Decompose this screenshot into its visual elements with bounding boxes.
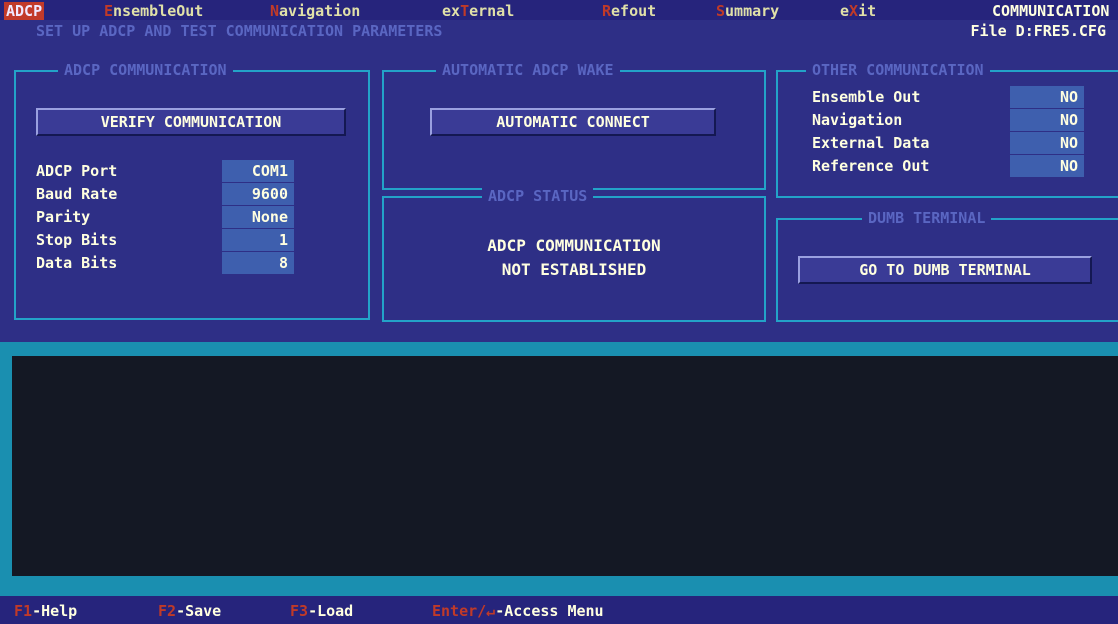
page-subtitle: SET UP ADCP AND TEST COMMUNICATION PARAM… [36,22,443,40]
menu-navigation-hotkey: N [270,2,280,20]
adcp-communication-title: ADCP COMMUNICATION [58,61,233,79]
automatic-wake-box: AUTOMATIC ADCP WAKE AUTOMATIC CONNECT [382,61,766,190]
other-communication-title: OTHER COMMUNICATION [806,61,990,79]
f2-key-label: F2 [158,602,177,620]
menu-exit-label: it [858,2,877,20]
menu-navigation-label: avigation [279,2,361,20]
adcp-port-label: ADCP Port [36,162,118,180]
menu-bar: ADCP EnsembleOut Navigation exTernal Ref… [0,0,1118,20]
other-communication-box: OTHER COMMUNICATION Ensemble Out NO Navi… [776,61,1118,198]
terminal-output-area[interactable] [12,356,1118,576]
menu-summary-label: ummary [725,2,780,20]
external-data-field[interactable]: NO [1010,132,1084,154]
data-bits-field[interactable]: 8 [222,252,294,274]
automatic-connect-button[interactable]: AUTOMATIC CONNECT [430,108,716,136]
adcp-communication-box: ADCP COMMUNICATION VERIFY COMMUNICATION … [14,61,370,320]
menu-adcp[interactable]: ADCP [4,2,45,20]
baud-rate-field[interactable]: 9600 [222,183,294,205]
enter-key-label: Enter/↵ [432,602,496,620]
reference-out-field[interactable]: NO [1010,155,1084,177]
menu-refout-hotkey: R [602,2,612,20]
ensemble-out-label: Ensemble Out [812,88,921,106]
menu-summary[interactable]: Summary [716,2,779,20]
reference-out-label: Reference Out [812,157,930,175]
menu-external-label: ernal [469,2,515,20]
current-screen-title: COMMUNICATION [992,2,1110,20]
baud-rate-label: Baud Rate [36,185,118,203]
menu-external[interactable]: exTernal [442,2,514,20]
stop-bits-field[interactable]: 1 [222,229,294,251]
menu-ensemble-out-label: nsembleOut [113,2,204,20]
dumb-terminal-button[interactable]: GO TO DUMB TERMINAL [798,256,1092,284]
status-line-2: NOT ESTABLISHED [501,260,647,279]
menu-refout[interactable]: Refout [602,2,656,20]
adcp-port-field[interactable]: COM1 [222,160,294,182]
main-panel: SET UP ADCP AND TEST COMMUNICATION PARAM… [0,20,1118,342]
f1-help-key[interactable]: F1-Help [14,602,77,620]
menu-external-prefix: ex [442,2,461,20]
dumb-terminal-title: DUMB TERMINAL [862,209,992,227]
external-data-label: External Data [812,134,930,152]
menu-external-hotkey: T [460,2,470,20]
adcp-status-title: ADCP STATUS [482,187,594,205]
function-key-bar: F1-Help F2-Save F3-Load Enter/↵-Access M… [0,596,1118,624]
f2-key-text: -Save [176,602,222,620]
f3-key-label: F3 [290,602,309,620]
parity-field[interactable]: None [222,206,294,228]
f3-key-text: -Load [308,602,354,620]
dumb-terminal-box: DUMB TERMINAL GO TO DUMB TERMINAL [776,209,1118,322]
adcp-status-box: ADCP STATUS ADCP COMMUNICATION NOT ESTAB… [382,187,766,322]
stop-bits-label: Stop Bits [36,231,118,249]
menu-navigation[interactable]: Navigation [270,2,360,20]
menu-exit-hotkey: X [849,2,859,20]
menu-summary-hotkey: S [716,2,726,20]
enter-access-menu-key[interactable]: Enter/↵-Access Menu [432,602,604,620]
f2-save-key[interactable]: F2-Save [158,602,221,620]
enter-key-text: -Access Menu [495,602,604,620]
automatic-wake-title: AUTOMATIC ADCP WAKE [436,61,620,79]
navigation-field[interactable]: NO [1010,109,1084,131]
menu-ensemble-out[interactable]: EnsembleOut [104,2,203,20]
parity-label: Parity [36,208,91,226]
status-line-1: ADCP COMMUNICATION [487,236,661,255]
f1-key-label: F1 [14,602,33,620]
config-file-label: File D:FRE5.CFG [970,22,1106,40]
navigation-label: Navigation [812,111,903,129]
menu-refout-label: efout [611,2,657,20]
ensemble-out-field[interactable]: NO [1010,86,1084,108]
f1-key-text: -Help [32,602,78,620]
menu-exit[interactable]: eXit [840,2,876,20]
menu-exit-prefix: e [840,2,850,20]
verify-communication-button[interactable]: VERIFY COMMUNICATION [36,108,346,136]
menu-ensemble-out-hotkey: E [104,2,114,20]
f3-load-key[interactable]: F3-Load [290,602,353,620]
data-bits-label: Data Bits [36,254,118,272]
